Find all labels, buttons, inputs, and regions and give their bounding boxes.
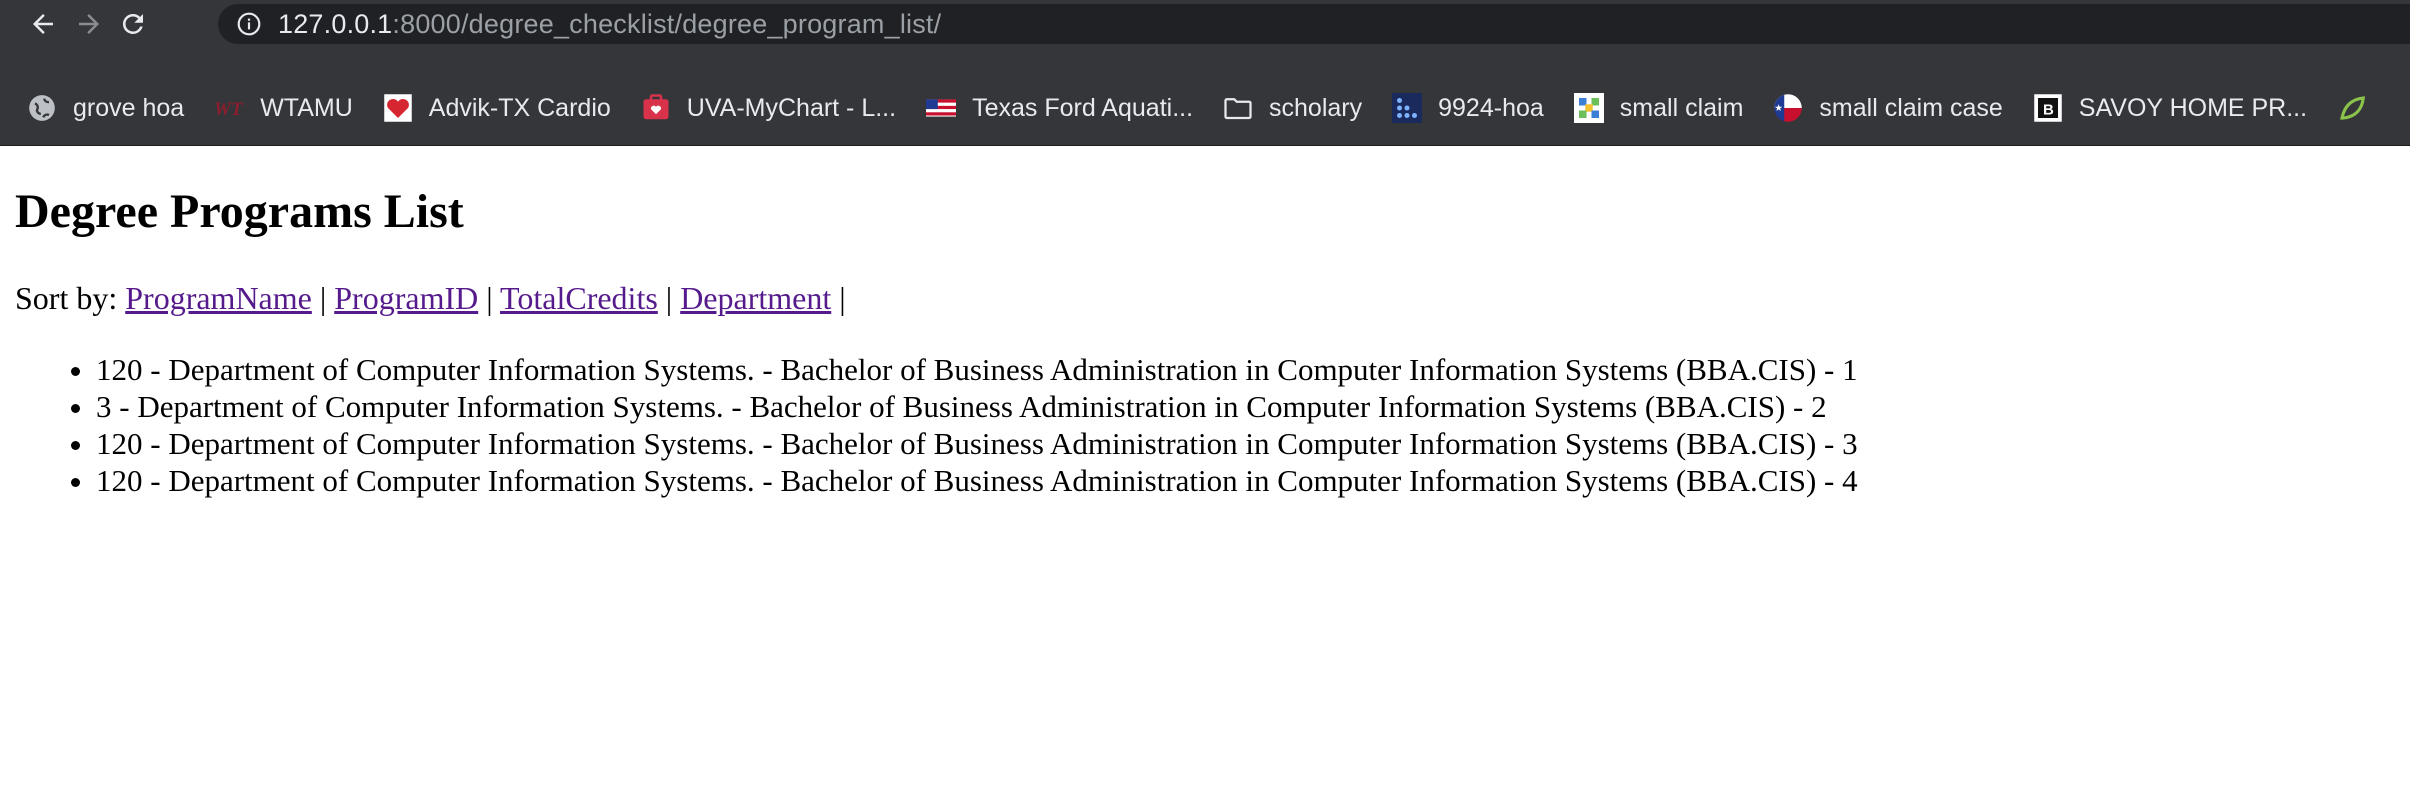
page-title: Degree Programs List xyxy=(15,185,464,238)
site-info-icon[interactable] xyxy=(236,11,262,37)
svg-text:WT: WT xyxy=(214,99,244,120)
bookmark-label: Texas Ford Aquati... xyxy=(972,93,1194,122)
bookmark-wtamu[interactable]: WT WTAMU xyxy=(214,90,353,126)
bookmark-label: grove hoa xyxy=(73,93,185,122)
grid-dots-icon xyxy=(1392,93,1423,123)
bookmark-label: WTAMU xyxy=(260,93,353,122)
sort-link-department[interactable]: Department xyxy=(680,280,831,316)
mychart-icon xyxy=(641,93,671,123)
bookmark-label: small claim xyxy=(1619,93,1744,122)
leaf-icon xyxy=(2337,93,2367,123)
flag-icon xyxy=(926,93,957,123)
bookmark-small-claim[interactable]: small claim xyxy=(1573,90,1744,126)
separator: | xyxy=(839,280,846,316)
separator: | xyxy=(486,280,493,316)
url-host: 127.0.0.1 xyxy=(278,8,393,39)
bookmark-overflow-partial[interactable] xyxy=(2337,90,2383,126)
bookmark-label: small claim case xyxy=(1819,93,2003,122)
separator: | xyxy=(665,280,673,316)
bookmarks-bar: grove hoa WT WTAMU Advik-TX Cardio UVA-M… xyxy=(0,48,2410,146)
globe-icon xyxy=(27,93,57,123)
puzzle-icon xyxy=(1573,93,1604,123)
folder-icon xyxy=(1223,93,1253,123)
bookmark-advik-cardio[interactable]: Advik-TX Cardio xyxy=(383,90,611,126)
list-item: 120 - Department of Computer Information… xyxy=(96,425,1858,462)
bookmark-small-claim-case[interactable]: small claim case xyxy=(1773,90,2003,126)
savoy-logo-icon: B xyxy=(2033,93,2063,123)
list-item: 120 - Department of Computer Information… xyxy=(96,351,1858,388)
bookmark-scholary[interactable]: scholary xyxy=(1223,90,1362,126)
bookmark-label: scholary xyxy=(1269,93,1363,122)
reload-button[interactable] xyxy=(112,3,154,45)
address-bar[interactable]: 127.0.0.1:8000/degree_checklist/degree_p… xyxy=(218,4,2410,44)
page-content: Degree Programs List Sort by: ProgramNam… xyxy=(0,146,2410,788)
url-text: 127.0.0.1:8000/degree_checklist/degree_p… xyxy=(278,9,941,40)
bookmark-9924-hoa[interactable]: 9924-hoa xyxy=(1392,90,1544,126)
sort-bar: Sort by: ProgramName | ProgramID | Total… xyxy=(15,280,846,317)
sort-link-totalcredits[interactable]: TotalCredits xyxy=(500,280,658,316)
separator: | xyxy=(319,280,327,316)
list-item: 120 - Department of Computer Information… xyxy=(96,462,1858,499)
bookmark-label: SAVOY HOME PR... xyxy=(2078,93,2308,122)
heart-balloon-icon xyxy=(383,93,413,123)
program-list: 120 - Department of Computer Information… xyxy=(96,351,1858,499)
bookmark-grove-hoa[interactable]: grove hoa xyxy=(27,90,184,126)
texas-flag-icon xyxy=(1773,93,1803,123)
back-button[interactable] xyxy=(22,3,64,45)
bookmark-label: UVA-MyChart - L... xyxy=(686,93,897,122)
list-item: 3 - Department of Computer Information S… xyxy=(96,388,1858,425)
sort-link-programid[interactable]: ProgramID xyxy=(334,280,478,316)
forward-button[interactable] xyxy=(68,3,110,45)
bookmark-uva-mychart[interactable]: UVA-MyChart - L... xyxy=(641,90,896,126)
bookmark-savoy-home[interactable]: B SAVOY HOME PR... xyxy=(2033,90,2307,126)
svg-text:B: B xyxy=(2043,101,2054,118)
bookmark-label: 9924-hoa xyxy=(1438,93,1544,122)
wtamu-logo-icon: WT xyxy=(214,93,244,123)
sort-label: Sort by: xyxy=(15,280,118,316)
reload-icon xyxy=(122,13,143,34)
forward-arrow-icon xyxy=(79,14,99,34)
bookmark-texas-ford[interactable]: Texas Ford Aquati... xyxy=(926,90,1193,126)
url-path: :8000/degree_checklist/degree_program_li… xyxy=(392,8,942,39)
sort-link-programname[interactable]: ProgramName xyxy=(125,280,312,316)
back-arrow-icon xyxy=(33,14,53,34)
bookmark-label: Advik-TX Cardio xyxy=(428,93,611,122)
